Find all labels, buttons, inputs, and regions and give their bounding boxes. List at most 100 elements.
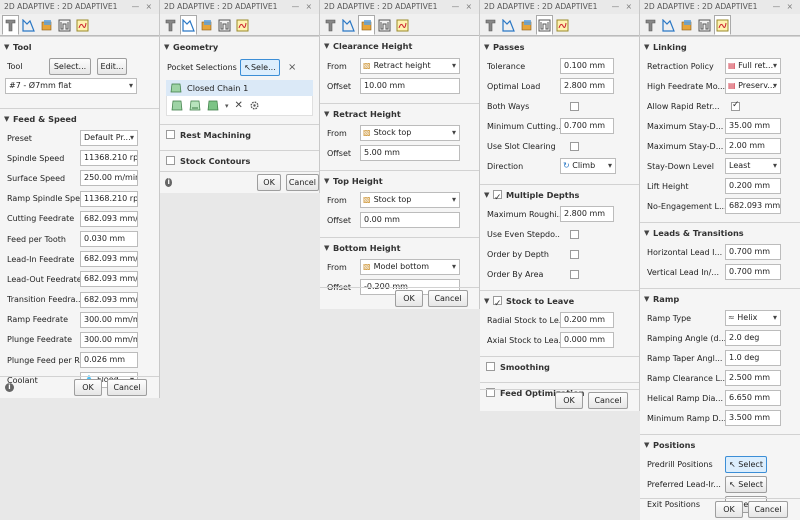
feed-speed-input[interactable]: 300.00 mm/mi bbox=[80, 331, 138, 348]
feed-speed-input[interactable]: 682.093 mm/m bbox=[80, 210, 138, 227]
chain-list-item[interactable]: Closed Chain 1 bbox=[166, 80, 313, 96]
cancel-button[interactable]: Cancel bbox=[285, 174, 319, 191]
dialog-title-bar[interactable]: 2D ADAPTIVE : 2D ADAPTIVE1 — × bbox=[0, 0, 159, 14]
section-feed-speed-header[interactable]: ▼ Feed & Speed bbox=[0, 108, 159, 128]
section-tool-header[interactable]: ▼ Tool bbox=[0, 36, 159, 56]
cancel-button[interactable]: Cancel bbox=[428, 290, 468, 307]
tab-geometry[interactable] bbox=[500, 16, 517, 35]
section-passes-header[interactable]: ▼ Passes bbox=[480, 36, 639, 56]
feed-speed-dropdown[interactable]: Default Pr... bbox=[80, 130, 138, 147]
tab-tool[interactable] bbox=[482, 16, 499, 35]
rest-machining-checkbox[interactable] bbox=[166, 130, 175, 139]
edit-tool-button[interactable]: Edit... bbox=[97, 57, 127, 75]
ramp-type-dropdown[interactable]: ≈ Helix bbox=[725, 310, 781, 326]
both-ways-checkbox[interactable] bbox=[570, 101, 579, 111]
min-ramp-input[interactable]: 3.500 mm bbox=[725, 410, 781, 426]
section-multiple-depths-header[interactable]: ▼ Multiple Depths bbox=[480, 184, 639, 208]
tab-linking[interactable] bbox=[394, 16, 411, 35]
tab-geometry[interactable] bbox=[20, 16, 37, 35]
info-icon[interactable]: i bbox=[5, 383, 14, 392]
feed-speed-input[interactable]: 300.00 mm/mi bbox=[80, 311, 138, 328]
section-height-header[interactable]: ▼ Bottom Height bbox=[320, 237, 479, 257]
tab-tool[interactable] bbox=[162, 16, 179, 35]
window-controls[interactable]: — × bbox=[452, 0, 479, 14]
feed-speed-input[interactable]: 682.093 mm/m bbox=[80, 291, 138, 308]
tab-passes[interactable] bbox=[376, 16, 393, 35]
multiple-depths-checkbox[interactable] bbox=[493, 188, 502, 208]
even-stepdown-checkbox[interactable] bbox=[570, 229, 579, 239]
tab-heights[interactable] bbox=[518, 16, 535, 35]
tab-linking[interactable] bbox=[714, 15, 731, 35]
tab-heights[interactable] bbox=[198, 16, 215, 35]
stock-contours-checkbox[interactable] bbox=[166, 156, 175, 165]
feed-speed-input[interactable]: 11368.210 rpm bbox=[80, 150, 138, 167]
delete-icon[interactable]: ✕ bbox=[235, 100, 243, 111]
add-face-icon[interactable] bbox=[207, 100, 219, 111]
info-icon[interactable]: i bbox=[165, 178, 173, 187]
ok-button[interactable]: OK bbox=[555, 392, 583, 409]
smoothing-checkbox[interactable] bbox=[486, 362, 495, 371]
order-by-depth-checkbox[interactable] bbox=[570, 249, 579, 259]
feed-speed-input[interactable]: 682.093 mm/m bbox=[80, 251, 138, 268]
ok-button[interactable]: OK bbox=[257, 174, 281, 191]
tab-linking[interactable] bbox=[234, 16, 251, 35]
feed-speed-input[interactable]: 0.026 mm bbox=[80, 352, 138, 369]
tab-passes[interactable] bbox=[216, 16, 233, 35]
tab-heights[interactable] bbox=[678, 16, 695, 35]
section-height-header[interactable]: ▼ Top Height bbox=[320, 170, 479, 190]
minimum-cutting-input[interactable]: 0.700 mm bbox=[560, 118, 614, 134]
section-height-header[interactable]: ▼ Retract Height bbox=[320, 103, 479, 123]
horizontal-lead-input[interactable]: 0.700 mm bbox=[725, 244, 781, 260]
height-from-dropdown[interactable]: ▧ Retract height bbox=[360, 58, 460, 74]
section-positions-header[interactable]: ▼ Positions bbox=[640, 434, 800, 454]
vertical-lead-input[interactable]: 0.700 mm bbox=[725, 264, 781, 280]
height-offset-input[interactable]: 5.00 mm bbox=[360, 145, 460, 161]
ok-button[interactable]: OK bbox=[74, 379, 102, 396]
no-engagement-input[interactable]: 682.093 mm/m bbox=[725, 198, 781, 214]
feed-speed-input[interactable]: 0.030 mm bbox=[80, 231, 138, 248]
tab-passes[interactable] bbox=[536, 15, 553, 35]
more-chevron-down-icon[interactable]: ▾ bbox=[225, 102, 229, 110]
height-from-dropdown[interactable]: ▧ Model bottom bbox=[360, 259, 460, 275]
tab-linking[interactable] bbox=[74, 16, 91, 35]
tool-dropdown[interactable]: #7 - Ø7mm flat bbox=[5, 78, 137, 94]
section-leads-header[interactable]: ▼ Leads & Transitions bbox=[640, 222, 800, 242]
section-stock-to-leave-header[interactable]: ▼ Stock to Leave bbox=[480, 290, 639, 314]
tab-linking[interactable] bbox=[554, 16, 571, 35]
max-stay-down-1-input[interactable]: 35.00 mm bbox=[725, 118, 781, 134]
add-chain-icon[interactable] bbox=[171, 100, 183, 111]
window-controls[interactable]: — × bbox=[612, 0, 639, 14]
tab-geometry[interactable] bbox=[660, 16, 677, 35]
feed-speed-input[interactable]: 250.00 m/min bbox=[80, 170, 138, 187]
tolerance-input[interactable]: 0.100 mm bbox=[560, 58, 614, 74]
tab-tool[interactable] bbox=[322, 16, 339, 35]
section-geometry-header[interactable]: ▼ Geometry bbox=[160, 36, 319, 56]
tab-tool[interactable] bbox=[2, 15, 19, 35]
feed-speed-input[interactable]: 682.093 mm/m bbox=[80, 271, 138, 288]
window-controls[interactable]: — × bbox=[132, 0, 159, 14]
axial-stock-input[interactable]: 0.000 mm bbox=[560, 332, 614, 348]
height-from-dropdown[interactable]: ▧ Stock top bbox=[360, 192, 460, 208]
dialog-title-bar[interactable]: 2D ADAPTIVE : 2D ADAPTIVE1 — × bbox=[160, 0, 319, 14]
tab-heights[interactable] bbox=[38, 16, 55, 35]
tab-geometry[interactable] bbox=[180, 15, 197, 35]
retraction-policy-dropdown[interactable]: ▤ Full ret... bbox=[725, 58, 781, 74]
helical-diameter-input[interactable]: 6.650 mm bbox=[725, 390, 781, 406]
select-tool-button[interactable]: Select... bbox=[49, 57, 91, 75]
predrill-select-button[interactable]: ↖ Select bbox=[725, 455, 767, 473]
gear-icon[interactable] bbox=[249, 100, 260, 111]
height-from-dropdown[interactable]: ▧ Stock top bbox=[360, 125, 460, 141]
window-controls[interactable]: — × bbox=[292, 0, 319, 14]
clear-selection-icon[interactable]: × bbox=[288, 62, 296, 73]
ramp-angle-input[interactable]: 2.0 deg bbox=[725, 330, 781, 346]
dialog-title-bar[interactable]: 2D ADAPTIVE : 2D ADAPTIVE1 — × bbox=[320, 0, 479, 14]
ok-button[interactable]: OK bbox=[395, 290, 423, 307]
stock-contours-row[interactable]: Stock Contours bbox=[160, 150, 319, 170]
height-offset-input[interactable]: 10.00 mm bbox=[360, 78, 460, 94]
cancel-button[interactable]: Cancel bbox=[107, 379, 147, 396]
height-offset-input[interactable]: 0.00 mm bbox=[360, 212, 460, 228]
tab-passes[interactable] bbox=[56, 16, 73, 35]
order-by-area-checkbox[interactable] bbox=[570, 269, 579, 279]
dialog-title-bar[interactable]: 2D ADAPTIVE : 2D ADAPTIVE1 — × bbox=[480, 0, 639, 14]
ok-button[interactable]: OK bbox=[715, 501, 743, 518]
